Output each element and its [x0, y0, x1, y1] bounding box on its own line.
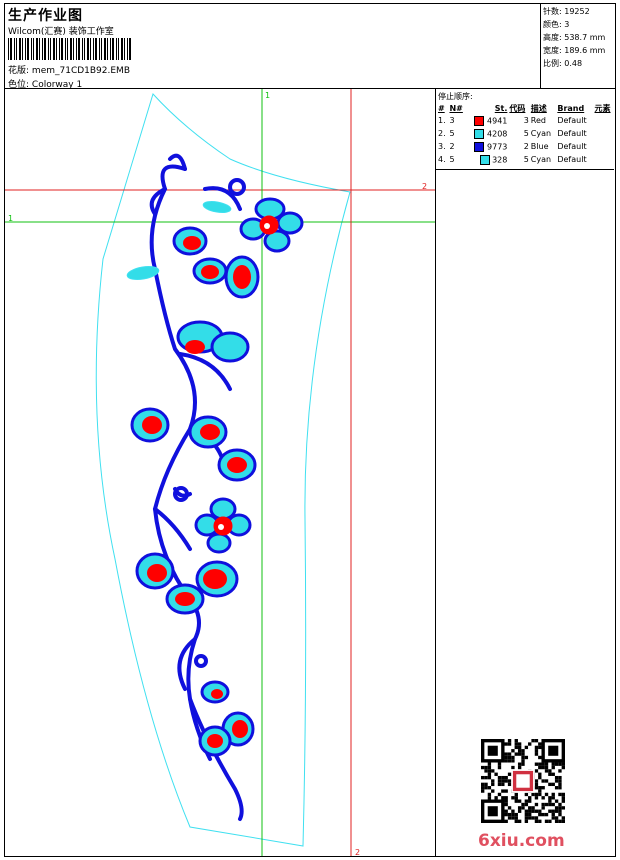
watermark: 6xiu.com	[478, 831, 565, 851]
stop-brand: Default	[557, 116, 587, 125]
stop-sequence-title: 停止顺序:	[438, 92, 473, 101]
stop-sequence-panel: 停止顺序: # N# St. 代码 描述 Brand 元素 1. 3 4941 3 R…	[435, 89, 615, 856]
color-swatch	[474, 115, 485, 126]
leaf	[126, 265, 160, 281]
embroidery-motifs	[126, 197, 304, 757]
spec-scale: 比例: 0.48	[543, 59, 583, 68]
design-canvas: 1 2 1 2	[5, 89, 435, 856]
stop-stitches-value: 328	[492, 155, 508, 164]
stop-element	[594, 127, 615, 140]
stop-code: 5	[523, 129, 529, 138]
stop-brand: Default	[557, 155, 587, 164]
table-header: # N# St. 代码 描述 Brand 元素	[438, 103, 611, 113]
spec-height: 高度: 538.7 mm	[543, 33, 606, 42]
production-sheet: 生产作业图 Wilcom(汇赛) 装饰工作室 花版: mem_71CD1B92.…	[4, 3, 616, 857]
stop-sequence-table: # N# St. 代码 描述 Brand 元素 1. 3 4941 3 Red Defa…	[437, 102, 615, 166]
stop-stitches: 328	[467, 153, 509, 166]
stop-code: 3	[523, 116, 529, 125]
stop-stitches-value: 9773	[487, 142, 508, 151]
leaf	[202, 201, 232, 213]
flower-top	[239, 197, 304, 253]
design-file: mem_71CD1B92.EMB	[31, 66, 130, 76]
stop-index: 3.	[438, 142, 446, 151]
table-row: 2. 5 4208 5 Cyan Default	[437, 127, 615, 140]
stop-element	[594, 140, 615, 153]
spec-width: 宽度: 189.6 mm	[543, 46, 606, 55]
design-name: 花版: mem_71CD1B92.EMB	[8, 66, 130, 76]
stop-brand: Default	[557, 129, 587, 138]
guide-label-v2: 2	[355, 848, 360, 856]
color-swatch	[474, 128, 485, 139]
color-swatch	[479, 154, 490, 165]
stop-description: Cyan	[530, 129, 552, 138]
stop-needle: 3	[449, 116, 455, 125]
stop-stitches: 4941	[467, 114, 509, 127]
table-row: 1. 3 4941 3 Red Default	[437, 114, 615, 127]
stop-stitches-value: 4208	[487, 129, 508, 138]
stop-element	[594, 114, 615, 127]
guide-label-v1: 1	[265, 91, 270, 100]
stop-needle: 5	[449, 129, 455, 138]
stop-code: 2	[523, 142, 529, 151]
company-name: Wilcom(汇赛) 装饰工作室	[8, 27, 114, 37]
qr-code	[481, 739, 565, 823]
flower-bottom	[198, 680, 255, 757]
color-swatch	[474, 141, 485, 152]
stop-index: 2.	[438, 129, 446, 138]
guide-label-h2: 2	[422, 182, 427, 191]
stop-needle: 5	[449, 155, 455, 164]
stop-index: 1.	[438, 116, 446, 125]
table-divider	[436, 169, 614, 170]
spec-panel: 针数: 19252 颜色: 3 高度: 538.7 mm 宽度: 189.6 m…	[541, 4, 615, 89]
table-row: 4. 5 328 5 Cyan Default	[437, 153, 615, 166]
stop-brand: Default	[557, 142, 587, 151]
stop-code: 5	[523, 155, 529, 164]
spec-colors: 颜色: 3	[543, 20, 570, 29]
guide-label-h1: 1	[8, 214, 13, 223]
flower-center	[194, 497, 252, 554]
stop-description: Red	[530, 116, 546, 125]
stop-stitches: 9773	[467, 140, 509, 153]
stop-element	[594, 153, 615, 166]
stop-description: Cyan	[530, 155, 552, 164]
leaf-cluster-lower	[135, 552, 239, 615]
header-panel: 生产作业图 Wilcom(汇赛) 装饰工作室 花版: mem_71CD1B92.…	[5, 4, 541, 90]
stop-index: 4.	[438, 155, 446, 164]
stop-stitches: 4208	[467, 127, 509, 140]
page-title: 生产作业图	[8, 8, 83, 24]
stop-description: Blue	[530, 142, 549, 151]
stop-stitches-value: 4941	[487, 116, 508, 125]
table-row: 3. 2 9773 2 Blue Default	[437, 140, 615, 153]
barcode	[8, 38, 131, 60]
spec-stitches: 针数: 19252	[543, 7, 590, 16]
stop-needle: 2	[449, 142, 455, 151]
